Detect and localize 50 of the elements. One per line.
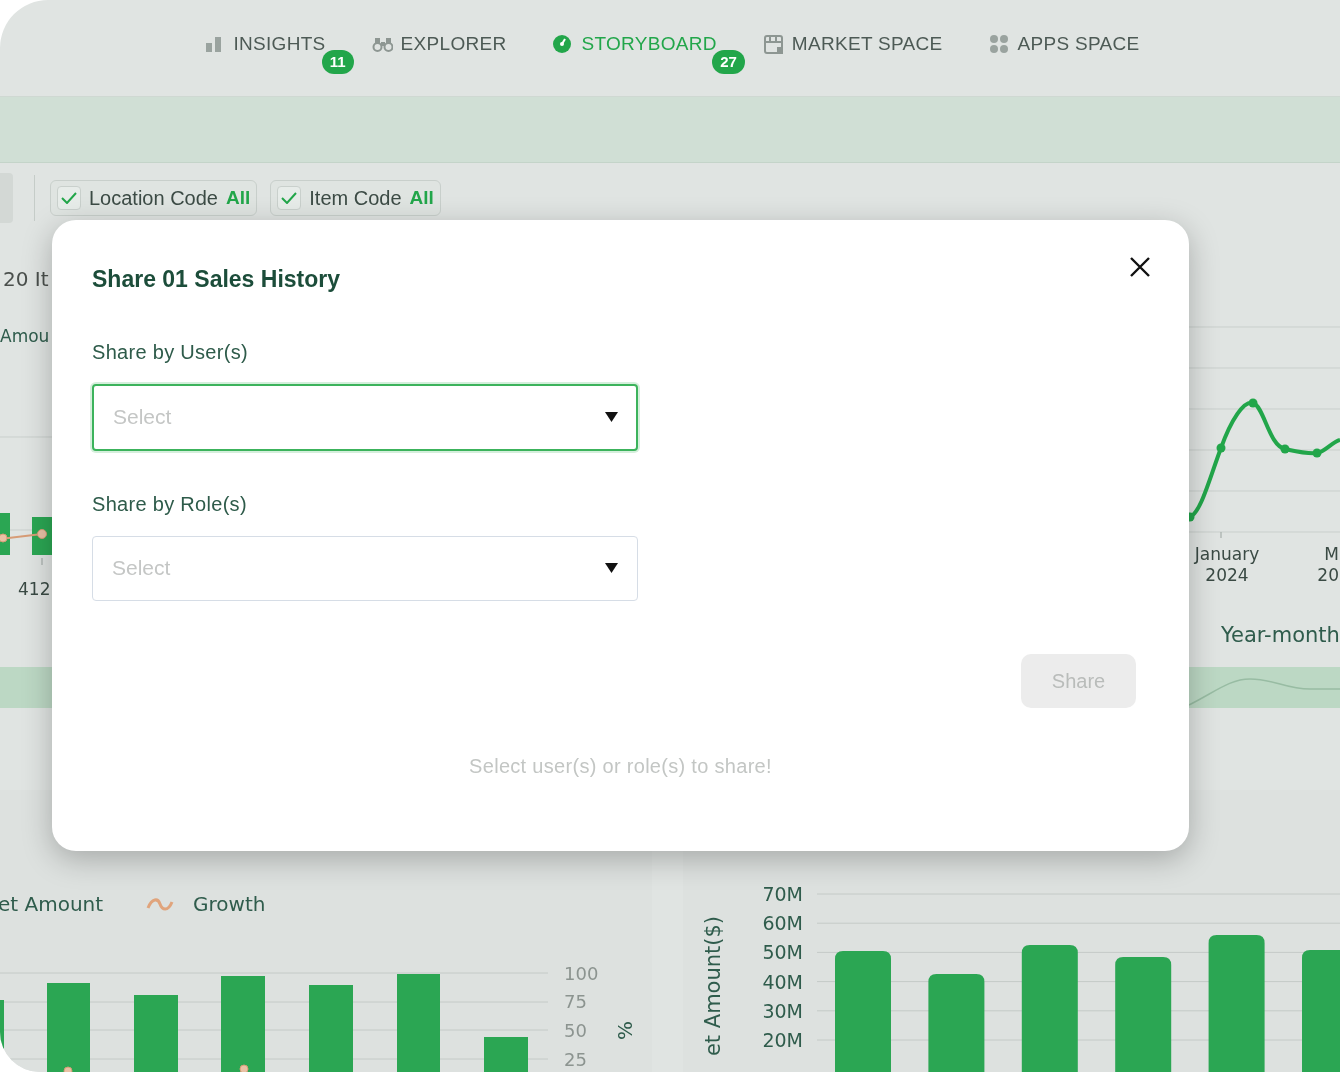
nav-tab[interactable]: EXPLORER [371,30,507,59]
dialog-title: Share 01 Sales History [92,265,341,294]
caret-icon [605,563,618,573]
check-icon [61,192,77,204]
select-dropdown[interactable]: Select [92,383,638,451]
data-point [239,1064,249,1072]
tick-label: 50 [564,1020,587,1041]
tick-label: 40M [762,970,803,993]
growth-line [0,529,47,543]
axis-label: M [1324,544,1339,564]
axis-title: Year-month [1221,623,1340,647]
axis-label: January [1194,544,1260,564]
axis-label: 2024 [1205,565,1249,585]
filter-chip[interactable]: Location Code All [50,180,258,216]
check-icon [281,192,298,204]
tick-label: 30M [762,999,803,1022]
checkbox[interactable] [57,186,81,210]
data-point [63,1066,73,1072]
axis-title: Amou [0,326,50,346]
tick-label: 100 [564,963,599,984]
axis-title: % [613,1021,637,1040]
filter-value: All [226,185,251,210]
tick-label: 20M [762,1029,803,1051]
chart-bar [484,1037,528,1072]
checkbox[interactable] [277,186,302,210]
apps-icon [988,33,1010,55]
nav-tab[interactable]: APPS SPACE [988,30,1140,59]
nav-tab[interactable]: MARKET SPACE [762,30,943,59]
close-icon [1129,256,1151,278]
field-label: Share by User(s) [92,339,249,365]
wave-icon [146,898,174,911]
chart-subtitle: 20 It [3,267,49,291]
filter-chip[interactable]: Item Code All [270,180,441,216]
field-label: Share by Role(s) [92,491,248,517]
tick-label: 75 [564,991,587,1012]
count-badge: 11 [321,50,354,74]
hint-text: Select user(s) or role(s) to share! [469,753,772,779]
tick-label: 60M [762,912,803,935]
filter-value: All [409,185,434,210]
gauge-icon [552,33,574,55]
tick-label: 70M [762,883,803,905]
axis-title: et Amount($) [701,915,725,1057]
storefront-icon [762,33,784,55]
axis-label: 412 [18,579,51,599]
tick-label: 50M [762,941,803,964]
count-badge: 27 [712,50,745,74]
tick-label: 25 [564,1049,587,1070]
legend-label: Growth [193,892,266,916]
caret-icon [605,412,618,422]
axis-label: 20 [1317,565,1339,585]
